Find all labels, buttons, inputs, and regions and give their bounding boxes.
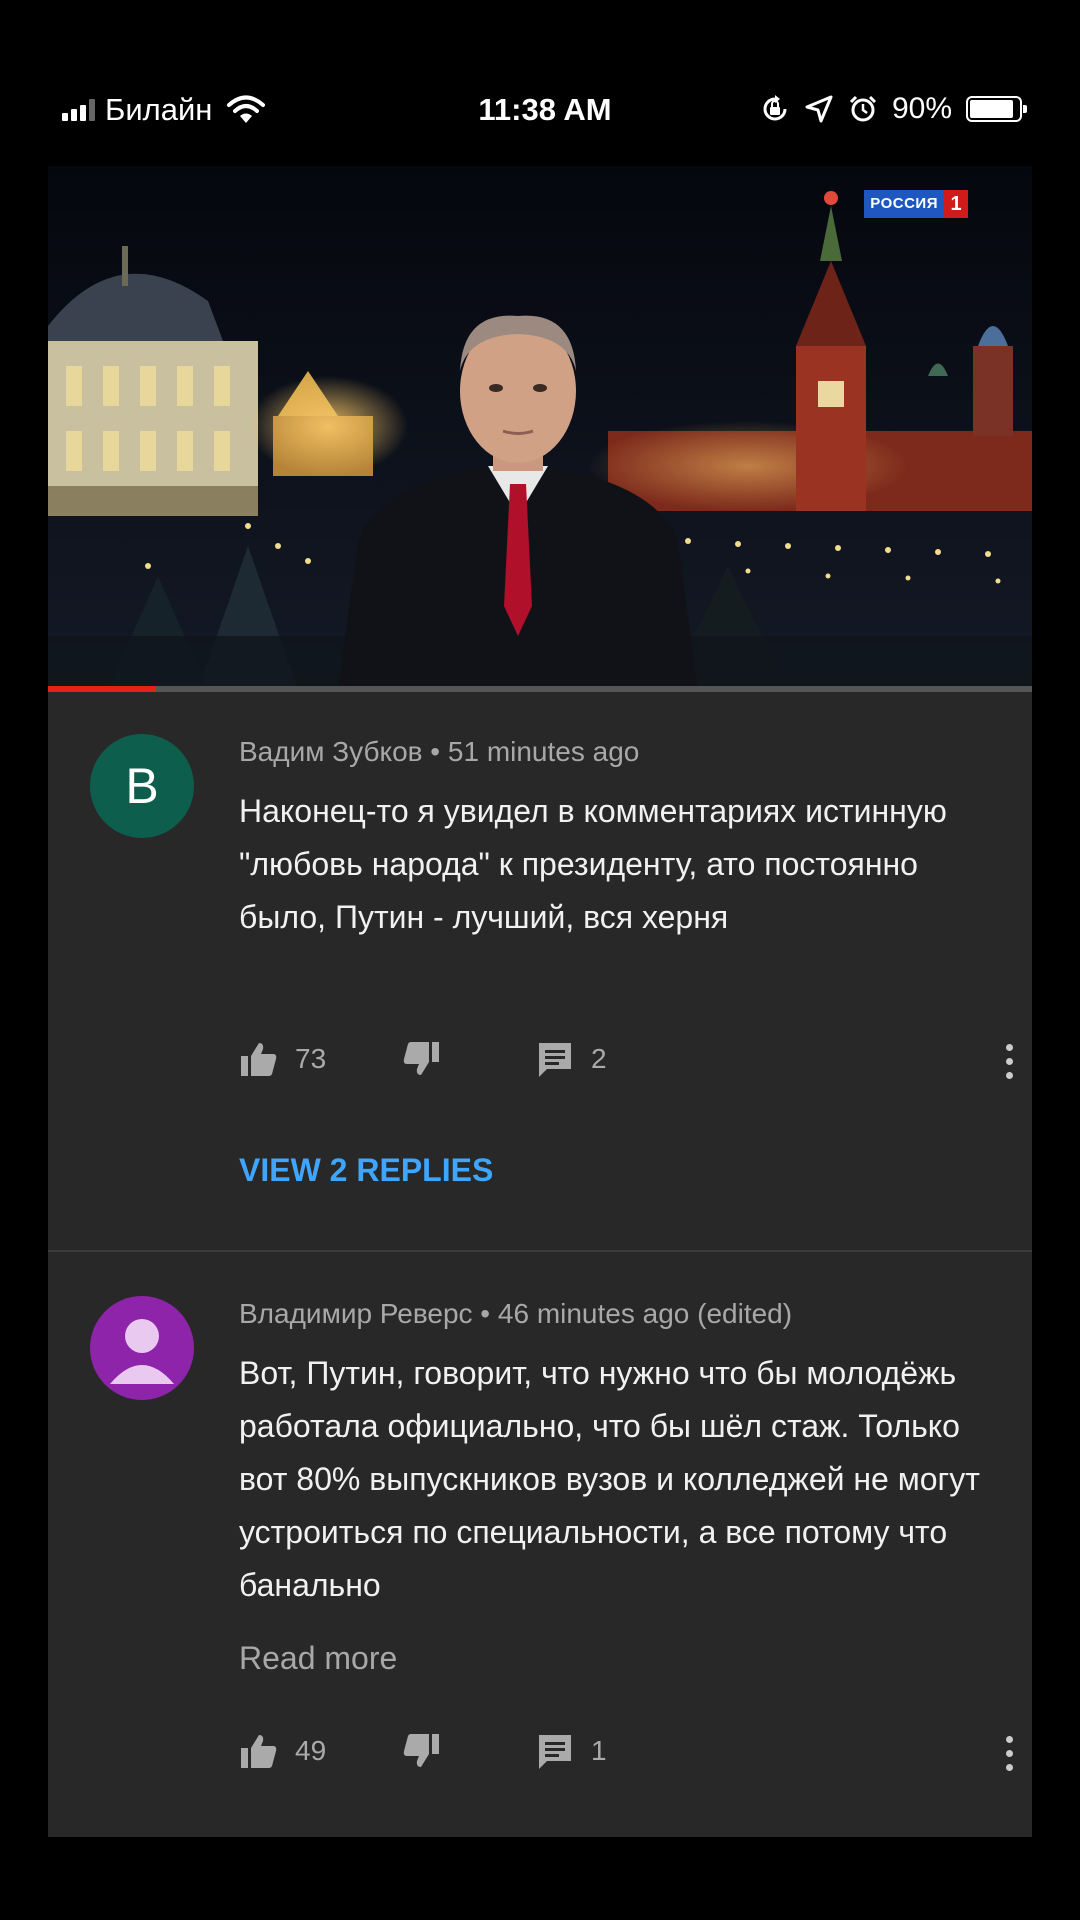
thumbs-down-icon <box>403 1734 439 1767</box>
thumbs-down-icon <box>403 1042 439 1075</box>
like-count: 49 <box>295 1735 327 1766</box>
reply-count: 1 <box>591 1735 607 1766</box>
comment-actions: 49 1 <box>239 1731 1013 1775</box>
channel-logo: РОССИЯ 1 <box>864 190 968 218</box>
more-vert-icon[interactable] <box>999 1039 1019 1083</box>
battery-percent: 90% <box>891 92 952 125</box>
comment-icon <box>539 1043 571 1077</box>
reply-count: 2 <box>591 1043 607 1074</box>
status-right: 90% <box>760 92 1027 126</box>
read-more-link[interactable]: Read more <box>239 1640 397 1677</box>
comments-panel: B Вадим Зубков • 51 minutes ago Наконец-… <box>48 692 1032 1837</box>
comment-divider <box>48 1250 1032 1252</box>
channel-name: РОССИЯ <box>864 190 944 218</box>
avatar[interactable]: B <box>90 734 194 838</box>
alarm-icon <box>849 95 877 122</box>
like-button[interactable]: 49 <box>239 1731 326 1771</box>
video-frame <box>48 166 1032 690</box>
comment-meta: Вадим Зубков • 51 minutes ago <box>239 736 640 767</box>
view-replies-link[interactable]: VIEW 2 REPLIES <box>239 1152 493 1189</box>
location-icon <box>805 95 833 123</box>
more-vert-icon[interactable] <box>999 1731 1019 1775</box>
orientation-lock-icon <box>763 95 787 121</box>
comment-icon <box>539 1735 571 1769</box>
comment-text: Вот, Путин, говорит, что нужно что бы мо… <box>239 1355 980 1603</box>
thumbs-up-icon <box>241 1735 277 1768</box>
like-count: 73 <box>295 1043 327 1074</box>
avatar[interactable] <box>90 1296 194 1400</box>
video-player[interactable]: РОССИЯ 1 <box>48 166 1032 690</box>
status-bar: Билайн 11:38 AM 90% <box>0 0 1080 150</box>
dislike-button[interactable] <box>401 1039 441 1079</box>
like-button[interactable]: 73 <box>239 1039 326 1079</box>
thumbs-up-icon <box>241 1043 277 1076</box>
comment-text: Наконец-то я увидел в комментариях истин… <box>239 793 947 935</box>
comment-actions: 73 2 <box>239 1039 1013 1083</box>
reply-button[interactable]: 1 <box>535 1731 607 1771</box>
person-icon <box>110 1319 174 1384</box>
comment-meta: Владимир Реверс • 46 minutes ago (edited… <box>239 1298 793 1329</box>
dislike-button[interactable] <box>401 1731 441 1771</box>
battery-icon <box>966 96 1027 122</box>
reply-button[interactable]: 2 <box>535 1039 607 1079</box>
channel-number: 1 <box>944 190 968 218</box>
